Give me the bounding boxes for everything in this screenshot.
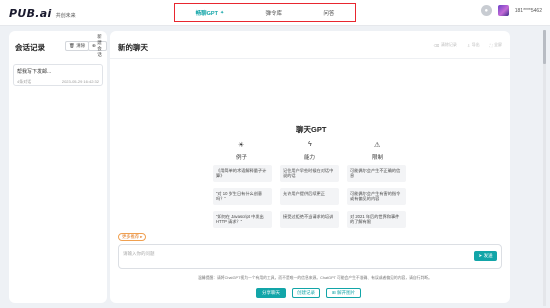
clear-label: 清除 (76, 43, 86, 48)
limitation-card-3: 对 2021 年后的世界和事件的了解有限 (347, 211, 406, 228)
user-avatar[interactable] (497, 5, 509, 16)
session-count: 4条对话 (17, 79, 32, 84)
capability-card-2: 允许用户提供后续更正 (280, 188, 339, 205)
export-icon: ⇩ (466, 42, 471, 48)
top-header: PUB.ai 共创未来 畅聊GPT ✦ 弹令库 问答 ● 181****5462 (0, 0, 550, 26)
clear-history-label: 清除记录 (440, 42, 457, 47)
broom-icon: ⌫ (433, 42, 440, 48)
example-card-2[interactable]: “对 10 岁生日有什么创意吗？” (213, 188, 272, 205)
clear-history-button[interactable]: ⌫ 清除记录 (434, 42, 457, 48)
column-head-limitations: 限制 (372, 155, 384, 161)
export-label: 导出 (471, 42, 480, 47)
scrollbar-thumb[interactable] (543, 30, 546, 64)
active-indicator-icon: ✦ (219, 9, 225, 16)
limitation-card-2: 可能偶尔会产生有害的指令或有偏见的内容 (347, 188, 406, 205)
clear-sessions-button[interactable]: 🗑 清除 (65, 41, 90, 51)
session-time: 2023-05-29 16:42:32 (61, 79, 99, 84)
share-chat-button[interactable]: 分享聊天 (256, 288, 286, 298)
logo-main-text: PUB.ai (9, 7, 52, 20)
example-card-1[interactable]: 《用简单的术语解释量子计算》 (213, 165, 272, 182)
bottom-actions: 分享聊天 创建记录 ⊞ 解开图片 (256, 288, 361, 298)
sun-icon: ☀ (238, 142, 245, 149)
nav-item-label: 畅聊GPT (195, 10, 218, 17)
nav-item-prompt-library[interactable]: 弹令库 (265, 9, 282, 17)
lightning-icon: ϟ (308, 141, 312, 148)
user-area: ● 181****5462 (480, 5, 542, 16)
send-icon: ➤ (478, 253, 483, 258)
more-suggestions-button[interactable]: 更多推荐 ▸ (118, 233, 147, 241)
export-button[interactable]: ⇩ 导出 (467, 42, 480, 48)
limitation-card-1: 可能偶尔会产生不正确的信息 (347, 165, 406, 182)
image-label: 解开图片 (337, 290, 356, 295)
chat-toolbar: ⌫ 清除记录 ⇩ 导出 ⛶ 全屏 (434, 42, 502, 48)
main-nav: 畅聊GPT ✦ 弹令库 问答 (174, 3, 356, 22)
column-head-examples: 例子 (236, 155, 248, 161)
nav-item-qa[interactable]: 问答 (323, 9, 334, 17)
trash-icon: 🗑 (69, 43, 75, 48)
image-button[interactable]: ⊞ 解开图片 (326, 288, 361, 298)
new-session-button[interactable]: ⊕ 新建会话 (88, 34, 107, 57)
chat-title: 新的聊天 (118, 43, 148, 52)
chat-panel: 新的聊天 ⌫ 清除记录 ⇩ 导出 ⛶ 全屏 聊天GPT ☀ 例子 ϟ 能力 ⚠ … (110, 31, 510, 303)
disclaimer-text: 温馨提醒：请将ChatGPT视为一个有用的工具，而不是唯一的信息来源。ChatG… (198, 276, 432, 280)
session-sidebar: 会话记录 🗑 清除 ⊕ 新建会话 帮我写下发邮... 4条对话 2023-05-… (9, 31, 107, 303)
fullscreen-icon: ⛶ (489, 42, 493, 48)
suggest-label: 更多推荐 (122, 234, 140, 239)
message-input-box: ➤ 发送 (118, 244, 502, 269)
share-label: 分享聊天 (262, 290, 280, 295)
image-icon: ⊞ (331, 290, 336, 295)
plus-icon: ⊕ (92, 43, 96, 48)
capability-card-1: 记住用户早些时候在对话中说的话 (280, 165, 339, 182)
fullscreen-label: 全屏 (494, 42, 502, 47)
page-scrollbar[interactable] (543, 30, 546, 306)
warning-icon: ⚠ (374, 142, 381, 149)
nav-item-chat-gpt[interactable]: 畅聊GPT ✦ (196, 9, 225, 17)
sidebar-title: 会话记录 (15, 43, 45, 52)
column-head-capabilities: 能力 (304, 155, 316, 161)
header-divider (110, 58, 510, 59)
send-label: 发送 (483, 253, 493, 258)
send-button[interactable]: ➤ 发送 (474, 251, 497, 261)
create-record-button[interactable]: 创建记录 (292, 288, 320, 298)
chevron-right-icon: ▸ (140, 234, 143, 239)
fullscreen-button[interactable]: ⛶ 全屏 (490, 42, 502, 48)
user-name[interactable]: 181****5462 (515, 8, 542, 14)
example-card-3[interactable]: “如何在 Javascript 中发出 HTTP 请求？” (213, 211, 272, 228)
logo[interactable]: PUB.ai 共创未来 (9, 7, 76, 20)
session-list-item[interactable]: 帮我写下发邮... 4条对话 2023-05-29 16:42:32 (13, 64, 103, 86)
create-record-label: 创建记录 (297, 290, 315, 295)
new-session-label: 新建会话 (97, 34, 102, 57)
logo-subtitle: 共创未来 (55, 13, 76, 19)
capability-card-3: 接受过拒绝不当请求的培训 (280, 211, 339, 228)
default-avatar-icon[interactable]: ● (480, 5, 492, 16)
message-input[interactable] (123, 248, 423, 258)
session-title: 帮我写下发邮... (17, 69, 52, 75)
hero-title: 聊天GPT (296, 125, 327, 134)
